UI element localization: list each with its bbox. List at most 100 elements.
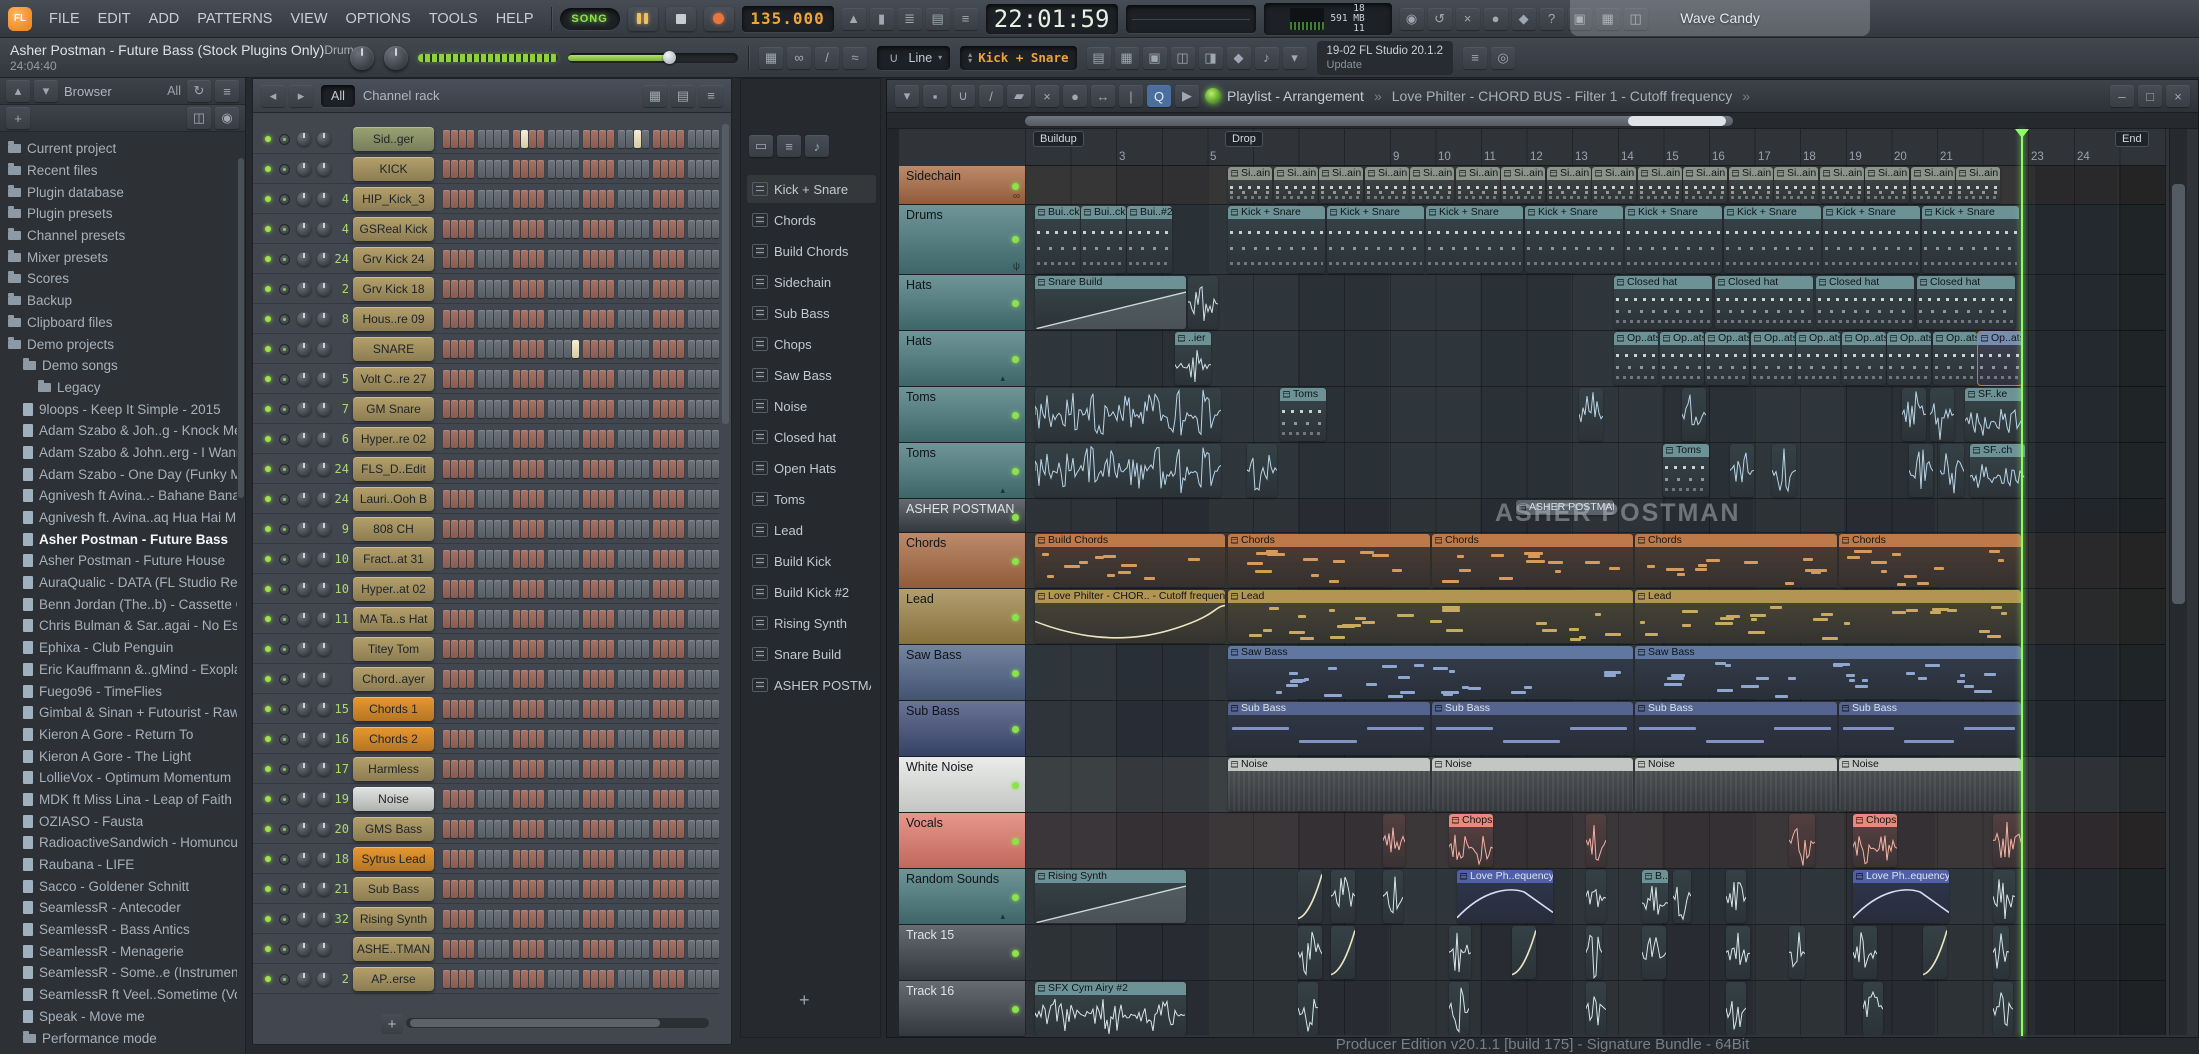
audio-snippet[interactable] xyxy=(1449,926,1471,979)
step-cell[interactable] xyxy=(556,670,563,688)
rack-expand-icon[interactable]: ▸ xyxy=(289,84,313,107)
step-cell[interactable] xyxy=(696,310,703,328)
step-cell[interactable] xyxy=(513,910,520,928)
step-cell[interactable] xyxy=(669,370,676,388)
metronome-icon[interactable]: ▲ xyxy=(841,7,866,30)
step-cell[interactable] xyxy=(486,670,493,688)
channel-mute-toggle[interactable] xyxy=(279,344,290,355)
menu-view[interactable]: VIEW xyxy=(281,11,336,27)
step-cell[interactable] xyxy=(688,670,695,688)
step-cell[interactable] xyxy=(486,790,493,808)
clip[interactable]: Kick + Snare xyxy=(1525,206,1623,273)
step-cell[interactable] xyxy=(478,310,485,328)
step-cell[interactable] xyxy=(626,820,633,838)
channel-pan-knob[interactable] xyxy=(297,612,311,626)
step-cell[interactable] xyxy=(486,910,493,928)
step-cell[interactable] xyxy=(677,910,684,928)
step-cell[interactable] xyxy=(677,730,684,748)
step-cell[interactable] xyxy=(669,220,676,238)
clip[interactable]: Chords xyxy=(1839,534,2021,587)
step-cell[interactable] xyxy=(494,370,501,388)
step-cell[interactable] xyxy=(669,880,676,898)
step-cell[interactable] xyxy=(467,700,474,718)
step-cell[interactable] xyxy=(696,880,703,898)
channel-led[interactable] xyxy=(265,436,271,442)
step-cell[interactable] xyxy=(537,160,544,178)
wait-for-input-icon[interactable]: ▮ xyxy=(869,7,894,30)
step-cell[interactable] xyxy=(548,850,555,868)
browser-item[interactable]: Backup xyxy=(0,290,237,312)
step-cell[interactable] xyxy=(661,610,668,628)
step-cell[interactable] xyxy=(521,490,528,508)
step-cell[interactable] xyxy=(591,700,598,718)
channel-led[interactable] xyxy=(265,316,271,322)
channel-led[interactable] xyxy=(265,136,271,142)
step-cell[interactable] xyxy=(712,310,719,328)
track-led[interactable] xyxy=(1012,411,1019,419)
step-cell[interactable] xyxy=(459,130,466,148)
step-cell[interactable] xyxy=(591,310,598,328)
step-cell[interactable] xyxy=(564,940,571,958)
step-cell[interactable] xyxy=(677,280,684,298)
step-cell[interactable] xyxy=(556,340,563,358)
step-cell[interactable] xyxy=(502,610,509,628)
step-cell[interactable] xyxy=(618,310,625,328)
browser-item[interactable]: Speak - Move me xyxy=(0,1006,237,1028)
step-cell[interactable] xyxy=(696,730,703,748)
step-cell[interactable] xyxy=(704,820,711,838)
channel-mute-toggle[interactable] xyxy=(279,524,290,535)
step-cell[interactable] xyxy=(486,160,493,178)
step-cell[interactable] xyxy=(591,280,598,298)
channel-pan-knob[interactable] xyxy=(297,192,311,206)
step-cell[interactable] xyxy=(467,160,474,178)
browser-item[interactable]: Mixer presets xyxy=(0,246,237,268)
step-cell[interactable] xyxy=(572,460,579,478)
browser-item[interactable]: Eric Kauffmann &..gMind - Exoplanet xyxy=(0,659,237,681)
clip[interactable]: Si..ain xyxy=(1729,167,1773,203)
step-cell[interactable] xyxy=(548,250,555,268)
step-cell[interactable] xyxy=(591,340,598,358)
browser-item[interactable]: Adam Szabo & Joh..g - Knock Me Out xyxy=(0,420,237,442)
step-cell[interactable] xyxy=(548,550,555,568)
step-cell[interactable] xyxy=(537,370,544,388)
step-cell[interactable] xyxy=(486,370,493,388)
step-cell[interactable] xyxy=(591,880,598,898)
step-cell[interactable] xyxy=(642,310,649,328)
step-cell[interactable] xyxy=(599,910,606,928)
channel-button[interactable]: Grv Kick 18 xyxy=(353,277,434,301)
step-cell[interactable] xyxy=(661,850,668,868)
track-led[interactable] xyxy=(1012,669,1019,677)
step-cell[interactable] xyxy=(443,850,450,868)
clip[interactable]: Rising Synth xyxy=(1035,870,1186,923)
step-cell[interactable] xyxy=(478,790,485,808)
menu-add[interactable]: ADD xyxy=(140,11,189,27)
step-cell[interactable] xyxy=(556,880,563,898)
step-cell[interactable] xyxy=(653,250,660,268)
step-cell[interactable] xyxy=(688,190,695,208)
channel-pan-knob[interactable] xyxy=(297,222,311,236)
step-cell[interactable] xyxy=(634,790,641,808)
step-cell[interactable] xyxy=(478,670,485,688)
clip[interactable]: Closed hat xyxy=(1614,276,1712,329)
step-cell[interactable] xyxy=(529,640,536,658)
track-header[interactable]: Vocals xyxy=(899,813,1025,869)
step-cell[interactable] xyxy=(521,220,528,238)
step-cell[interactable] xyxy=(529,940,536,958)
step-cell[interactable] xyxy=(451,310,458,328)
audio-snippet[interactable] xyxy=(1673,870,1691,923)
clip[interactable]: SF..ch xyxy=(1970,444,2025,497)
step-cell[interactable] xyxy=(696,430,703,448)
step-cell[interactable] xyxy=(537,910,544,928)
step-cell[interactable] xyxy=(653,160,660,178)
step-cell[interactable] xyxy=(572,310,579,328)
channel-volume-knob[interactable] xyxy=(317,162,331,176)
clip[interactable]: Lead xyxy=(1228,590,1633,643)
step-cell[interactable] xyxy=(443,490,450,508)
channel-mute-toggle[interactable] xyxy=(279,764,290,775)
step-cell[interactable] xyxy=(494,670,501,688)
step-cell[interactable] xyxy=(494,130,501,148)
channel-mute-toggle[interactable] xyxy=(279,284,290,295)
channel-pan-knob[interactable] xyxy=(297,582,311,596)
step-cell[interactable] xyxy=(451,490,458,508)
step-cell[interactable] xyxy=(486,460,493,478)
